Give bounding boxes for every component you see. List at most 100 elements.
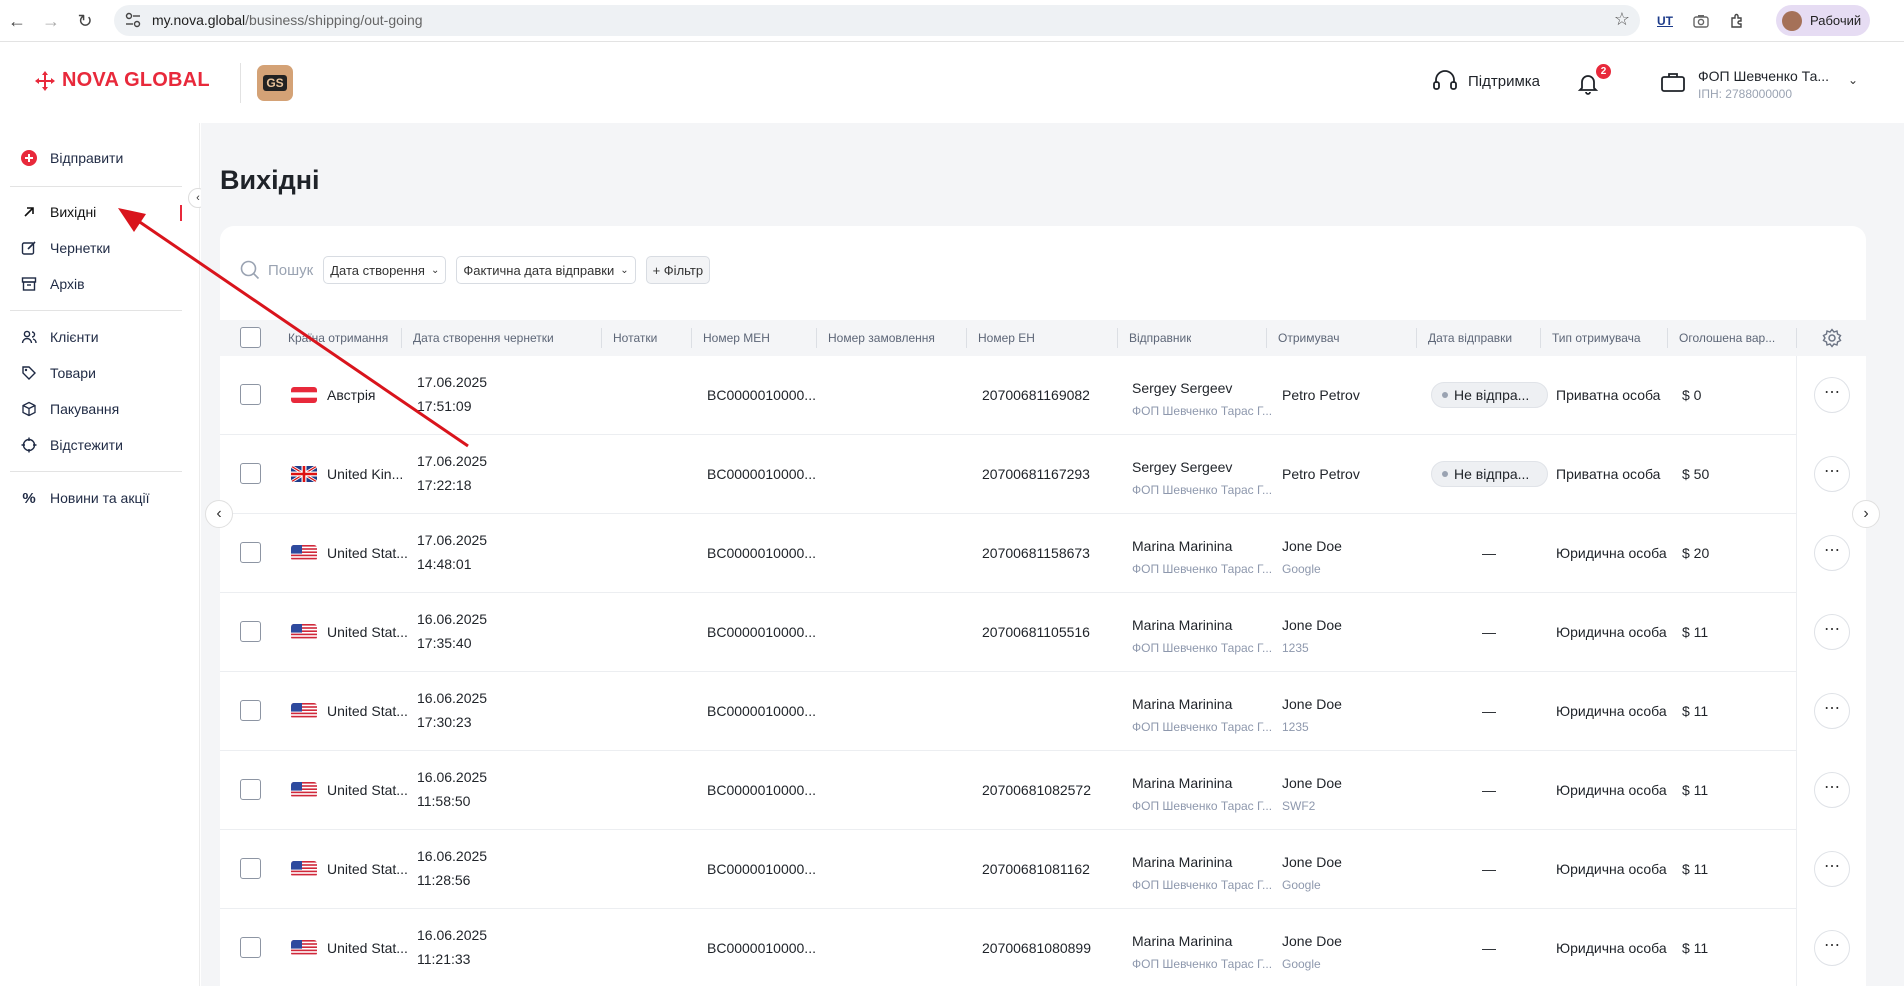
draft-time-cell: 11:28:56 bbox=[417, 872, 471, 888]
recipient-type-cell: Юридична особа bbox=[1556, 940, 1667, 956]
add-filter-button[interactable]: + Фільтр bbox=[645, 256, 711, 284]
table-row[interactable]: United Stat... 16.06.2025 11:21:33 BC000001… bbox=[220, 909, 1850, 986]
country-cell: United Stat... bbox=[327, 940, 408, 956]
en-cell[interactable]: 20700681080899 bbox=[982, 940, 1091, 956]
row-checkbox[interactable] bbox=[240, 779, 261, 800]
status-badge: Не відпра... bbox=[1431, 382, 1548, 408]
nova-logo-icon bbox=[35, 70, 55, 91]
recipient-type-cell: Юридична особа bbox=[1556, 545, 1667, 561]
back-icon[interactable]: ← bbox=[4, 8, 30, 34]
sidebar-item-news[interactable]: % Новини та акції bbox=[20, 485, 149, 511]
row-actions-button[interactable]: ⋯ bbox=[1814, 930, 1850, 966]
row-checkbox[interactable] bbox=[240, 463, 261, 484]
recipient-type-cell: Юридична особа bbox=[1556, 782, 1667, 798]
draft-time-cell: 17:30:23 bbox=[417, 714, 472, 730]
sidebar-item-goods[interactable]: Товари bbox=[20, 360, 96, 386]
row-actions-button[interactable]: ⋯ bbox=[1814, 377, 1850, 413]
sidebar-item-outgoing[interactable]: Вихідні bbox=[20, 199, 96, 225]
col-recipient-type[interactable]: Тип отримувача bbox=[1552, 320, 1641, 356]
draft-time-cell: 11:58:50 bbox=[417, 793, 471, 809]
en-cell[interactable]: 20700681169082 bbox=[982, 387, 1090, 403]
actual-ship-date-filter[interactable]: Фактична дата відправки ⌄ bbox=[456, 256, 636, 284]
col-en[interactable]: Номер ЕН bbox=[978, 320, 1035, 356]
col-notes[interactable]: Нотатки bbox=[613, 320, 657, 356]
table-row[interactable]: United Stat... 16.06.2025 11:28:56 BC000001… bbox=[220, 830, 1850, 909]
ship-date-cell: — bbox=[1482, 624, 1496, 640]
scroll-left-button[interactable]: ‹ bbox=[205, 500, 233, 528]
recipient-name-cell: Jone Doe bbox=[1282, 775, 1342, 791]
men-cell: BC0000010000... bbox=[707, 703, 816, 719]
sender-name-cell: Marina Marinina bbox=[1132, 854, 1233, 870]
sidebar-item-clients[interactable]: Клієнти bbox=[20, 324, 99, 350]
recipient-type-cell: Приватна особа bbox=[1556, 387, 1661, 403]
extension-ut-icon[interactable]: UT bbox=[1654, 10, 1676, 32]
account-switcher[interactable]: ФОП Шевченко Та... ІПН: 2788000000 ⌄ bbox=[1660, 63, 1860, 103]
column-divider bbox=[1796, 328, 1797, 348]
country-flag-icon bbox=[291, 545, 317, 561]
annotation-arrow bbox=[118, 208, 469, 448]
col-declared-value[interactable]: Оголошена вар... bbox=[1679, 320, 1789, 356]
profile-label: Рабочий bbox=[1810, 13, 1862, 28]
declared-value-cell: $ 20 bbox=[1682, 545, 1710, 561]
site-settings-icon[interactable] bbox=[124, 12, 142, 28]
support-link[interactable]: Підтримка bbox=[1432, 69, 1540, 93]
col-recipient[interactable]: Отримувач bbox=[1278, 320, 1340, 356]
column-divider bbox=[816, 328, 817, 348]
url-text: my.nova.global/business/shipping/out-goi… bbox=[152, 12, 423, 28]
camera-extension-icon[interactable] bbox=[1690, 10, 1712, 32]
sender-name-cell: Sergey Sergeev bbox=[1132, 380, 1233, 396]
app-header: NOVA GLOBAL GS Підтримка 2 ФОП Шевченко … bbox=[0, 43, 1904, 123]
sender-company-cell: ФОП Шевченко Тарас Г... bbox=[1132, 641, 1273, 655]
sidebar-item-drafts[interactable]: Чернетки bbox=[20, 235, 110, 261]
en-cell[interactable]: 20700681105516 bbox=[982, 624, 1090, 640]
sidebar-item-archive[interactable]: Архів bbox=[20, 271, 85, 297]
table-row[interactable]: United Stat... 16.06.2025 17:35:40 BC000001… bbox=[220, 593, 1850, 672]
bookmark-star-icon[interactable]: ☆ bbox=[1614, 9, 1630, 30]
draft-time-cell: 14:48:01 bbox=[417, 556, 472, 572]
row-actions-button[interactable]: ⋯ bbox=[1814, 693, 1850, 729]
page-title: Вихідні bbox=[220, 165, 320, 195]
sender-name-cell: Marina Marinina bbox=[1132, 933, 1233, 949]
col-ship-date[interactable]: Дата відправки bbox=[1428, 320, 1512, 356]
row-checkbox[interactable] bbox=[240, 542, 261, 563]
row-checkbox[interactable] bbox=[240, 621, 261, 642]
address-bar[interactable]: my.nova.global/business/shipping/out-goi… bbox=[114, 5, 1640, 36]
row-actions-button[interactable]: ⋯ bbox=[1814, 772, 1850, 808]
gear-icon[interactable] bbox=[1822, 328, 1842, 348]
recipient-company-cell: Google bbox=[1282, 878, 1321, 892]
col-men[interactable]: Номер МЕН bbox=[703, 320, 770, 356]
row-checkbox[interactable] bbox=[240, 858, 261, 879]
country-flag-icon bbox=[291, 861, 317, 877]
plus-circle-icon bbox=[20, 149, 38, 167]
en-cell[interactable]: 20700681167293 bbox=[982, 466, 1090, 482]
row-actions-button[interactable]: ⋯ bbox=[1814, 614, 1850, 650]
scroll-right-button[interactable]: › bbox=[1852, 500, 1880, 528]
reload-icon[interactable]: ↻ bbox=[72, 8, 98, 34]
row-actions-button[interactable]: ⋯ bbox=[1814, 851, 1850, 887]
col-sender[interactable]: Відправник bbox=[1129, 320, 1191, 356]
men-cell: BC0000010000... bbox=[707, 861, 816, 877]
sidebar-item-send[interactable]: Відправити bbox=[20, 145, 123, 171]
row-actions-button[interactable]: ⋯ bbox=[1814, 535, 1850, 571]
browser-profile-button[interactable]: Рабочий bbox=[1776, 5, 1870, 36]
table-row[interactable]: United Stat... 16.06.2025 17:30:23 BC000001… bbox=[220, 672, 1850, 751]
men-cell: BC0000010000... bbox=[707, 624, 816, 640]
row-checkbox[interactable] bbox=[240, 700, 261, 721]
forward-icon[interactable]: → bbox=[38, 8, 64, 34]
en-cell[interactable]: 20700681158673 bbox=[982, 545, 1090, 561]
account-name: ФОП Шевченко Та... bbox=[1698, 68, 1830, 84]
en-cell[interactable]: 20700681081162 bbox=[982, 861, 1090, 877]
extensions-puzzle-icon[interactable] bbox=[1726, 10, 1748, 32]
draft-date-cell: 16.06.2025 bbox=[417, 690, 488, 706]
recipient-type-cell: Юридична особа bbox=[1556, 861, 1667, 877]
table-row[interactable]: United Stat... 17.06.2025 14:48:01 BC000001… bbox=[220, 514, 1850, 593]
gs-brand-badge[interactable]: GS bbox=[257, 65, 293, 101]
nova-global-logo[interactable]: NOVA GLOBAL bbox=[34, 69, 210, 92]
status-badge: Не відпра... bbox=[1431, 461, 1548, 487]
browser-toolbar: ← → ↻ my.nova.global/business/shipping/o… bbox=[0, 0, 1904, 42]
table-row[interactable]: United Stat... 16.06.2025 11:58:50 BC000001… bbox=[220, 751, 1850, 830]
row-actions-button[interactable]: ⋯ bbox=[1814, 456, 1850, 492]
col-order[interactable]: Номер замовлення bbox=[828, 320, 935, 356]
row-checkbox[interactable] bbox=[240, 937, 261, 958]
en-cell[interactable]: 20700681082572 bbox=[982, 782, 1091, 798]
